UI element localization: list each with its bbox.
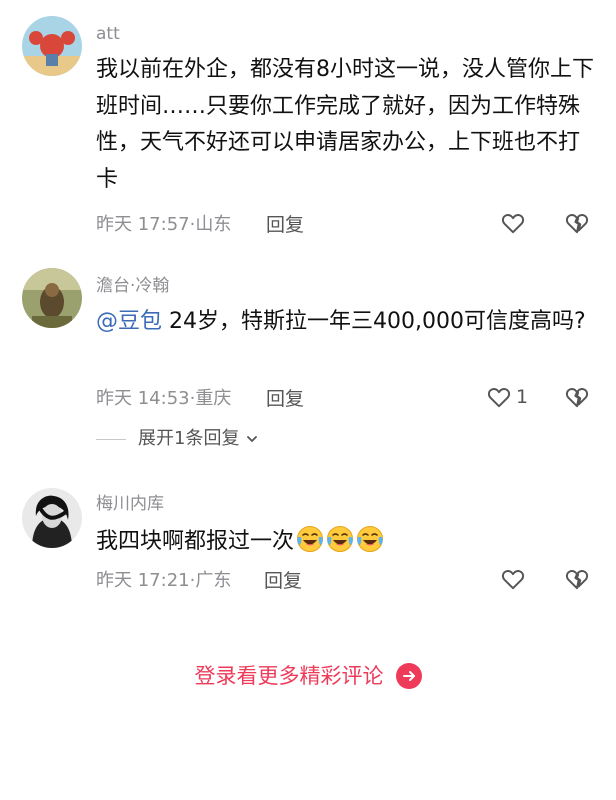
username[interactable]: 澹台·冷翰: [96, 276, 169, 296]
like-button[interactable]: [500, 566, 526, 592]
avatar[interactable]: [22, 16, 82, 76]
comment-time: 昨天 17:21: [96, 570, 190, 591]
heart-icon: [501, 214, 525, 234]
expand-replies-label: 展开1条回复: [138, 428, 240, 449]
comment-time: 昨天 17:57: [96, 214, 190, 235]
dislike-button[interactable]: [564, 384, 590, 410]
crying-laughing-emoji-icon: [327, 526, 354, 552]
comment-meta: 昨天 17:57·山东: [96, 214, 231, 236]
crying-laughing-emoji-icon: [297, 526, 324, 552]
arrow-right-icon: [395, 663, 422, 689]
like-count: 1: [516, 386, 529, 408]
comment-body: 我四块啊都报过一次: [96, 529, 295, 554]
comment-text: 我四块啊都报过一次: [96, 524, 596, 561]
comment-text: @豆包 24岁，特斯拉一年三400,000可信度高吗?: [96, 304, 596, 341]
comment-location: 广东: [195, 570, 232, 591]
mention-link[interactable]: @豆包: [96, 309, 162, 334]
comment-time: 昨天 14:53: [96, 388, 190, 409]
comment-location: 山东: [195, 214, 232, 235]
crying-laughing-emoji-icon: [357, 526, 384, 552]
broken-heart-icon: [565, 214, 589, 234]
reply-button[interactable]: 回复: [264, 570, 302, 592]
comment-meta: 昨天 14:53·重庆: [96, 388, 231, 410]
comment-text: 我以前在外企，都没有8小时这一说，没人管你上下班时间……只要你工作完成了就好，因…: [96, 57, 594, 192]
chevron-down-icon: [247, 436, 258, 442]
avatar[interactable]: [22, 268, 82, 328]
heart-icon: [501, 570, 525, 590]
like-button[interactable]: [500, 210, 526, 236]
broken-heart-icon: [565, 388, 589, 408]
dislike-button[interactable]: [564, 566, 590, 592]
login-more-comments-label: 登录看更多精彩评论: [194, 664, 384, 688]
avatar[interactable]: [22, 488, 82, 548]
login-more-comments-button[interactable]: 登录看更多精彩评论: [0, 662, 616, 690]
dislike-button[interactable]: [564, 210, 590, 236]
comment-meta: 昨天 17:21·广东: [96, 570, 231, 592]
like-button[interactable]: 1: [486, 384, 528, 410]
username[interactable]: 梅川内库: [96, 494, 164, 514]
broken-heart-icon: [565, 570, 589, 590]
reply-button[interactable]: 回复: [266, 388, 304, 410]
divider-line: [96, 438, 126, 440]
expand-replies-button[interactable]: 展开1条回复: [96, 428, 259, 450]
reply-button[interactable]: 回复: [266, 214, 304, 236]
comment-body: 24岁，特斯拉一年三400,000可信度高吗?: [162, 309, 586, 334]
username[interactable]: att: [96, 24, 120, 44]
comment-location: 重庆: [195, 388, 232, 409]
heart-icon: [487, 388, 511, 408]
